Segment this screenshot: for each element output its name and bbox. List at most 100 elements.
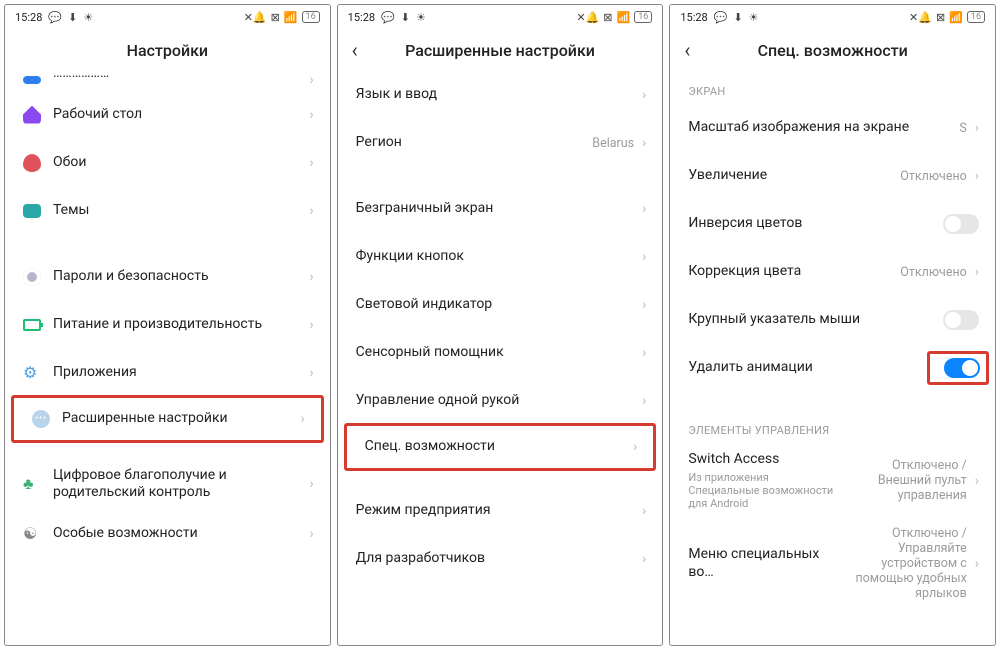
settings-list[interactable]: ……………… › Рабочий стол › Обои › Темы › Па… (5, 71, 330, 645)
row-fullscreen[interactable]: Безграничный экран › (338, 185, 663, 233)
brush-icon (23, 204, 53, 218)
chevron-right-icon: › (642, 201, 646, 217)
dots-icon: ••• (32, 410, 62, 428)
label: Пароли и безопасность (53, 268, 301, 286)
chevron-right-icon: › (309, 317, 313, 333)
gear-icon: ⚙ (23, 363, 53, 382)
label: Питание и производительность (53, 316, 301, 334)
row-power[interactable]: Питание и производительность › (5, 301, 330, 349)
statusbar: 15:28 💬 ⬇ ☀ ✕🔔 ⊠ 📶 16 (670, 5, 995, 29)
label: Функции кнопок (356, 248, 634, 266)
value: Отключено / Внешний пульт управления (837, 458, 967, 503)
chevron-right-icon: › (309, 365, 313, 381)
value: Отключено (900, 265, 967, 280)
label-sub: Из приложения Специальные возможности дл… (688, 471, 836, 511)
header: ‹ Расширенные настройки (338, 29, 663, 71)
weather-icon: ☀ (416, 11, 426, 24)
row-desktop[interactable]: Рабочий стол › (5, 91, 330, 139)
toggle-removeanim[interactable] (944, 358, 980, 378)
row-apps[interactable]: ⚙ Приложения › (5, 349, 330, 397)
row-developer[interactable]: Для разработчиков › (338, 535, 663, 583)
header: Настройки (5, 29, 330, 71)
weather-icon: ☀ (83, 11, 93, 24)
row-switch-access[interactable]: Switch Access Из приложения Специальные … (670, 443, 995, 518)
chevron-right-icon: › (642, 87, 646, 103)
wifi-icon: 📶 (949, 11, 963, 24)
row-region[interactable]: Регион Belarus › (338, 119, 663, 167)
statusbar: 15:28 💬 ⬇ ☀ ✕🔔 ⊠ 📶 16 (5, 5, 330, 29)
label: Регион (356, 134, 593, 152)
page-title: Расширенные настройки (405, 41, 595, 60)
row-accessibility[interactable]: Спец. возможности › (344, 423, 657, 471)
row-notifications-cutoff[interactable]: ……………… › (5, 71, 330, 91)
label: Меню специальных во… (688, 546, 836, 581)
chevron-right-icon: › (975, 264, 979, 280)
chevron-right-icon: › (642, 249, 646, 265)
status-time: 15:28 (348, 11, 375, 24)
row-colorcorr[interactable]: Коррекция цвета Отключено › (670, 248, 995, 296)
row-onehand[interactable]: Управление одной рукой › (338, 377, 663, 425)
chat-icon: 💬 (48, 11, 62, 24)
toggle-invert[interactable] (943, 214, 979, 234)
phone-settings: 15:28 💬 ⬇ ☀ ✕🔔 ⊠ 📶 16 Настройки ……………… ›… (4, 4, 331, 646)
row-invert[interactable]: Инверсия цветов (670, 200, 995, 248)
phone-advanced: 15:28 💬 ⬇ ☀ ✕🔔 ⊠ 📶 16 ‹ Расширенные наст… (337, 4, 664, 646)
row-themes[interactable]: Темы › (5, 187, 330, 235)
battery-badge: 16 (967, 11, 985, 23)
download-icon: ⬇ (733, 11, 742, 24)
download-icon: ⬇ (68, 11, 77, 24)
row-lang[interactable]: Язык и ввод › (338, 71, 663, 119)
row-touchassist[interactable]: Сенсорный помощник › (338, 329, 663, 377)
accessibility-list[interactable]: ЭКРАН Масштаб изображения на экране S › … (670, 71, 995, 645)
mute-icon: ✕🔔 (909, 11, 932, 24)
label: Коррекция цвета (688, 263, 900, 281)
chevron-right-icon: › (642, 503, 646, 519)
row-bigcursor[interactable]: Крупный указатель мыши (670, 296, 995, 344)
row-wellbeing[interactable]: ♣ Цифровое благополучие и родительский к… (5, 459, 330, 510)
label: Язык и ввод (356, 86, 634, 104)
battery-badge: 16 (302, 11, 320, 23)
toggle-bigcursor[interactable] (943, 310, 979, 330)
advanced-list[interactable]: Язык и ввод › Регион Belarus › Безгранич… (338, 71, 663, 645)
mute-icon: ✕🔔 (244, 11, 267, 24)
fingerprint-icon (23, 268, 53, 286)
signal-icon: ⊠ (271, 11, 280, 24)
chevron-right-icon: › (309, 107, 313, 123)
label: Приложения (53, 364, 301, 382)
chevron-right-icon: › (309, 203, 313, 219)
statusbar: 15:28 💬 ⬇ ☀ ✕🔔 ⊠ 📶 16 (338, 5, 663, 29)
label: Крупный указатель мыши (688, 311, 935, 329)
row-special[interactable]: ☯ Особые возможности › (5, 510, 330, 558)
row-advanced[interactable]: ••• Расширенные настройки › (11, 395, 324, 443)
row-passwords[interactable]: Пароли и безопасность › (5, 253, 330, 301)
row-scale[interactable]: Масштаб изображения на экране S › (670, 104, 995, 152)
label: Масштаб изображения на экране (688, 119, 959, 137)
signal-icon: ⊠ (603, 11, 612, 24)
row-removeanim[interactable]: Удалить анимации (670, 344, 995, 392)
row-enterprise[interactable]: Режим предприятия › (338, 487, 663, 535)
chevron-right-icon: › (309, 155, 313, 171)
wifi-icon: 📶 (284, 11, 298, 24)
label-cutoff: ……………… (53, 71, 301, 89)
row-led[interactable]: Световой индикатор › (338, 281, 663, 329)
back-button[interactable]: ‹ (684, 38, 690, 62)
chevron-right-icon: › (642, 551, 646, 567)
value: S (959, 121, 966, 136)
label: Инверсия цветов (688, 215, 935, 233)
chevron-right-icon: › (300, 411, 304, 427)
label: Обои (53, 154, 301, 172)
battery-icon (23, 319, 53, 331)
row-access-menu[interactable]: Меню специальных во… Отключено / Управля… (670, 518, 995, 609)
page-title: Настройки (127, 41, 208, 60)
chevron-right-icon: › (975, 120, 979, 136)
signal-icon: ⊠ (936, 11, 945, 24)
row-wallpaper[interactable]: Обои › (5, 139, 330, 187)
chevron-right-icon: › (975, 556, 979, 572)
row-buttons[interactable]: Функции кнопок › (338, 233, 663, 281)
back-button[interactable]: ‹ (352, 38, 358, 62)
chevron-right-icon: › (309, 476, 313, 492)
status-time: 15:28 (15, 11, 42, 24)
row-zoom[interactable]: Увеличение Отключено › (670, 152, 995, 200)
chevron-right-icon: › (975, 168, 979, 184)
weather-icon: ☀ (749, 11, 759, 24)
